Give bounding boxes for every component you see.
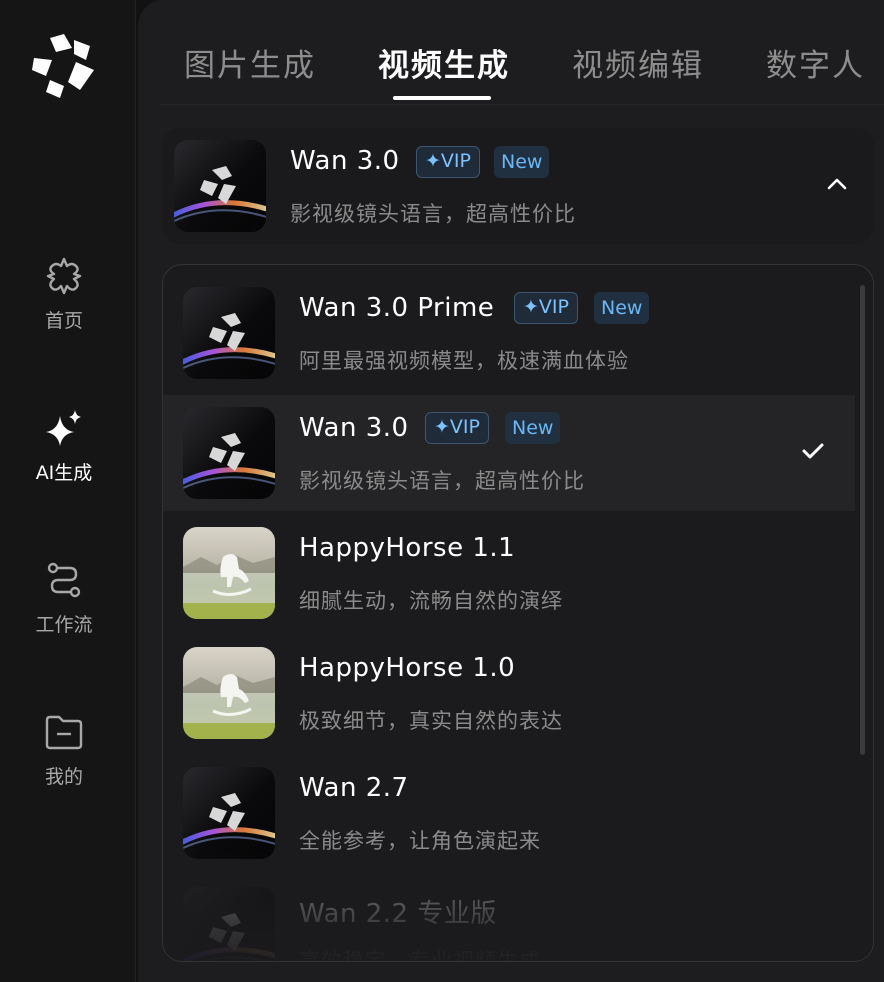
tab-video-generation[interactable]: 视频生成: [378, 40, 510, 85]
sidebar-item-home[interactable]: 首页: [0, 254, 128, 333]
model-description: 细腻生动，流畅自然的演绎: [299, 589, 563, 613]
model-thumbnail: [174, 140, 266, 232]
model-name: HappyHorse 1.1: [299, 533, 516, 563]
scrollbar[interactable]: [860, 285, 865, 755]
app-logo-icon[interactable]: [28, 30, 100, 102]
new-badge: New: [505, 412, 561, 444]
model-name: HappyHorse 1.0: [299, 653, 516, 683]
sidebar-item-label: 我的: [44, 766, 83, 788]
model-name: Wan 2.2 专业版: [299, 899, 497, 929]
sparkle-icon: [46, 410, 81, 446]
model-thumbnail: [183, 767, 275, 859]
model-description: 全能参考，让角色演起来: [299, 829, 541, 853]
sidebar-item-workflow[interactable]: 工作流: [0, 558, 128, 637]
home-icon: [46, 257, 82, 295]
workflow-icon: [47, 562, 81, 598]
model-name: Wan 3.0: [299, 413, 409, 443]
tab-bar: 图片生成 视频生成 视频编辑 数字人: [138, 0, 884, 106]
model-option-happyhorse-1-1[interactable]: HappyHorse 1.1 细腻生动，流畅自然的演绎: [163, 515, 855, 631]
sidebar-item-label: AI生成: [35, 462, 93, 484]
active-tab-indicator: [393, 96, 491, 100]
sidebar-item-label: 首页: [44, 310, 83, 332]
model-thumbnail: [183, 287, 275, 379]
model-option-happyhorse-1-0[interactable]: HappyHorse 1.0 极致细节，真实自然的表达: [163, 635, 855, 751]
sidebar-item-label: 工作流: [35, 614, 93, 636]
model-description: 高效稳定，专业视频生成: [299, 949, 541, 962]
vip-badge: ✦VIP: [416, 146, 480, 178]
model-name: Wan 3.0: [290, 146, 400, 176]
model-description: 影视级镜头语言，超高性价比: [290, 202, 576, 226]
checkmark-icon: [802, 443, 824, 459]
model-description: 阿里最强视频模型，极速满血体验: [299, 349, 629, 373]
model-thumbnail: [183, 887, 275, 962]
model-name: Wan 3.0 Prime: [299, 293, 495, 323]
model-option-wan-2-7[interactable]: Wan 2.7 全能参考，让角色演起来: [163, 755, 855, 871]
tab-digital-human[interactable]: 数字人: [766, 40, 865, 85]
vip-badge: ✦VIP: [514, 292, 578, 324]
new-badge: New: [494, 146, 550, 178]
model-description: 影视级镜头语言，超高性价比: [299, 469, 585, 493]
tab-video-editing[interactable]: 视频编辑: [572, 40, 704, 85]
folder-icon: [45, 715, 83, 750]
model-thumbnail: [183, 647, 275, 739]
new-badge: New: [594, 292, 650, 324]
model-name: Wan 2.7: [299, 773, 409, 803]
model-option-wan-3-0-prime[interactable]: Wan 3.0 Prime ✦VIP New 阿里最强视频模型，极速满血体验: [163, 275, 855, 391]
chevron-up-icon[interactable]: [826, 176, 848, 192]
model-option-wan-2-2-pro[interactable]: Wan 2.2 专业版 高效稳定，专业视频生成: [163, 875, 855, 962]
tab-image-generation[interactable]: 图片生成: [184, 40, 316, 85]
vip-badge: ✦VIP: [425, 412, 489, 444]
model-description: 极致细节，真实自然的表达: [299, 709, 563, 733]
tabs-divider: [160, 104, 884, 105]
generation-panel: 图片生成 视频生成 视频编辑 数字人 Wan 3.0 ✦VIP New 影视级镜…: [138, 0, 884, 982]
model-dropdown: Wan 3.0 Prime ✦VIP New 阿里最强视频模型，极速满血体验 W…: [162, 264, 874, 962]
sidebar-item-mine[interactable]: 我的: [0, 710, 128, 789]
sidebar: 首页 AI生成 工作流 我的: [0, 0, 136, 982]
model-option-wan-3-0[interactable]: Wan 3.0 ✦VIP New 影视级镜头语言，超高性价比: [163, 395, 855, 511]
sidebar-item-ai-generate[interactable]: AI生成: [0, 406, 128, 485]
model-thumbnail: [183, 527, 275, 619]
model-thumbnail: [183, 407, 275, 499]
model-selector[interactable]: Wan 3.0 ✦VIP New 影视级镜头语言，超高性价比: [162, 128, 874, 244]
